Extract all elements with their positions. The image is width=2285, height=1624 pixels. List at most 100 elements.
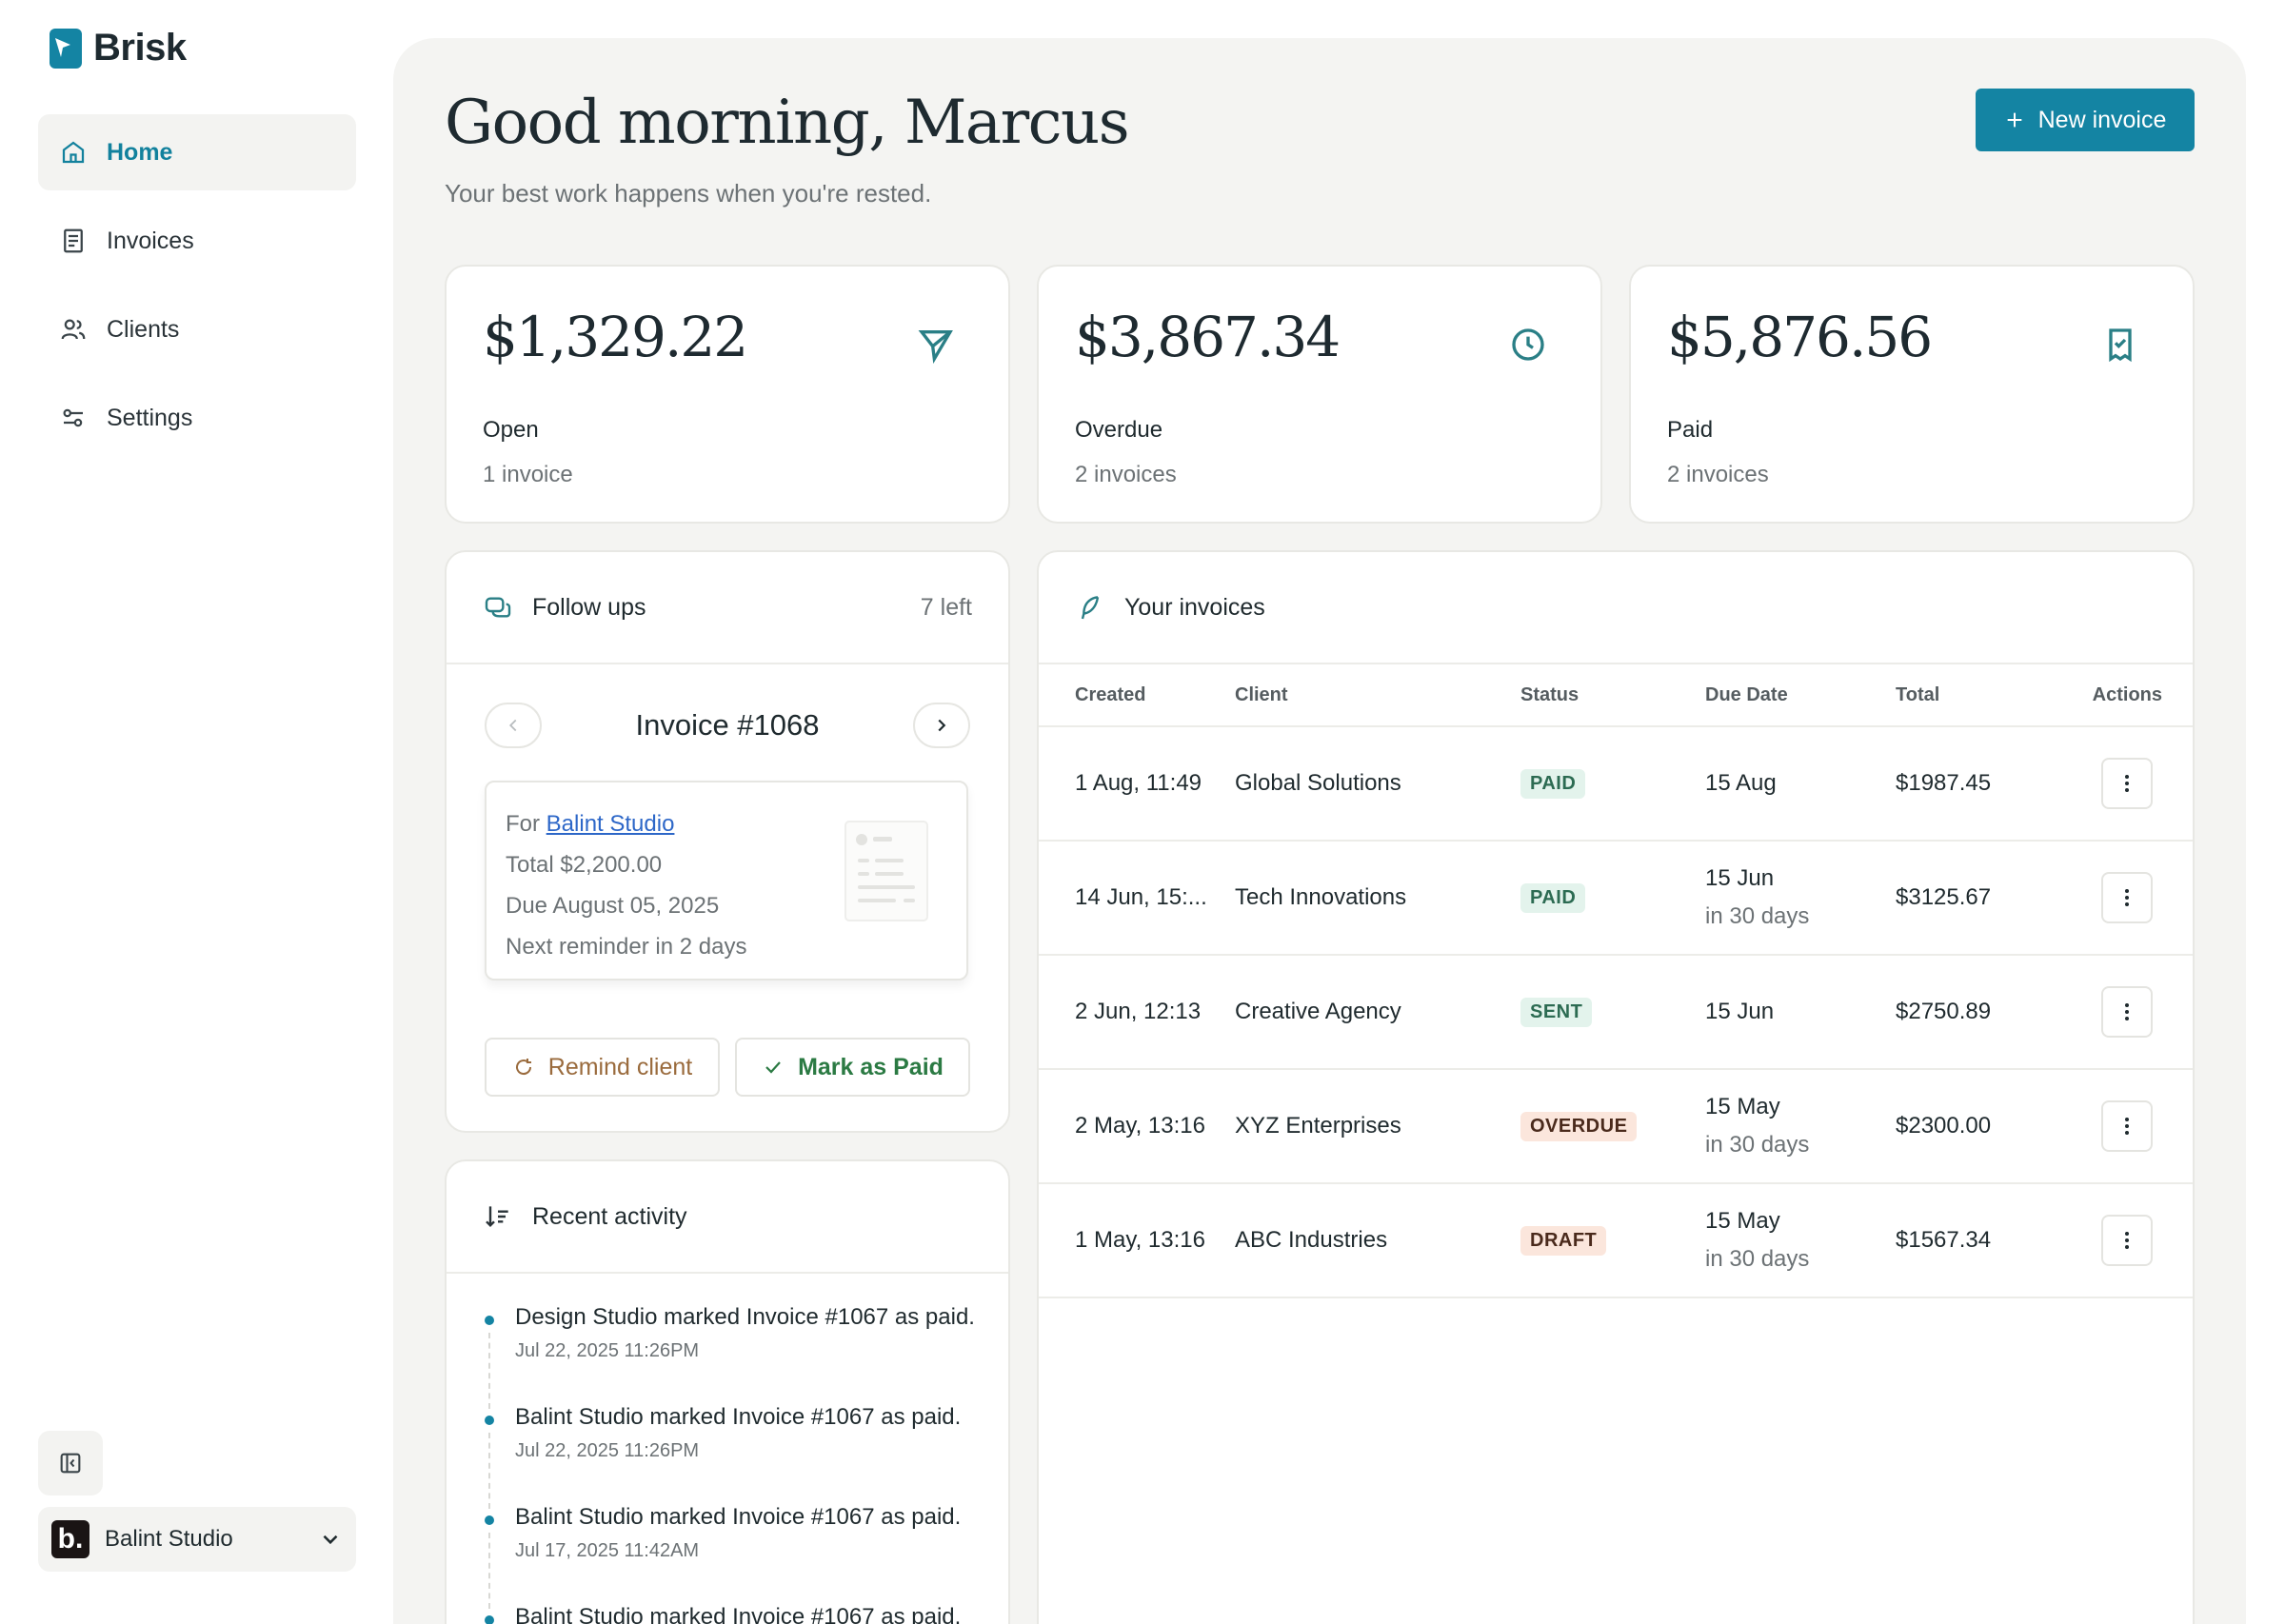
- more-vertical-icon: [2125, 1003, 2129, 1020]
- table-row[interactable]: 14 Jun, 15:... Tech Innovations PAID 15 Jun…: [1039, 842, 2193, 956]
- stat-amount: $1,329.22: [483, 305, 748, 369]
- status-badge: OVERDUE: [1520, 1111, 1638, 1141]
- recent-activity-header: Recent activity: [447, 1161, 1008, 1274]
- cell-client: XYZ Enterprises: [1235, 1113, 1401, 1139]
- status-badge: PAID: [1520, 882, 1586, 913]
- stat-card-open[interactable]: $1,329.22 Open 1 invoice: [445, 265, 1010, 524]
- row-actions-button[interactable]: [2101, 758, 2153, 809]
- cell-due-date: 15 Jun in 30 days: [1705, 865, 1896, 930]
- cell-created: 14 Jun, 15:...: [1075, 884, 1207, 910]
- sidebar-item-label: Invoices: [107, 227, 194, 254]
- activity-time: Jul 17, 2025 11:42AM: [515, 1540, 700, 1561]
- cell-status: PAID: [1520, 768, 1705, 799]
- cell-due-date: 15 Aug: [1705, 770, 1896, 797]
- stat-sub: 2 invoices: [1667, 462, 1769, 487]
- due-date: 15 May: [1705, 1094, 1780, 1119]
- row-actions-button[interactable]: [2101, 986, 2153, 1038]
- stat-label: Paid: [1667, 417, 1714, 443]
- due-date: 15 Jun: [1705, 865, 1775, 891]
- brand-logo[interactable]: Brisk: [50, 27, 187, 69]
- row-actions-button[interactable]: [2101, 872, 2153, 923]
- cell-status: DRAFT: [1520, 1225, 1705, 1256]
- home-icon: [62, 141, 85, 164]
- new-invoice-button[interactable]: New invoice: [1976, 89, 2195, 151]
- brisk-logo-icon: [50, 28, 82, 69]
- sort-list-icon: [486, 1206, 508, 1228]
- activity-item: Balint Studio marked Invoice #1067 as pa…: [485, 1504, 989, 1609]
- client-link[interactable]: Balint Studio: [546, 811, 675, 837]
- previous-button[interactable]: [485, 703, 542, 748]
- more-vertical-icon: [2125, 889, 2129, 906]
- invoices-header: Your invoices: [1039, 552, 2193, 664]
- activity-item: Design Studio marked Invoice #1067 as pa…: [485, 1304, 989, 1409]
- collapse-sidebar-button[interactable]: [38, 1431, 103, 1495]
- stat-card-overdue[interactable]: $3,867.34 Overdue 2 invoices: [1037, 265, 1602, 524]
- sidebar-nav: Home Invoices Clients Settings: [38, 114, 356, 468]
- row-actions-button[interactable]: [2101, 1100, 2153, 1152]
- table-row[interactable]: 2 Jun, 12:13 Creative Agency SENT 15 Jun $27…: [1039, 956, 2193, 1070]
- column-header-status[interactable]: Status: [1520, 684, 1705, 706]
- for-label: For: [506, 811, 540, 837]
- cell-client: Global Solutions: [1235, 770, 1401, 796]
- cell-status: OVERDUE: [1520, 1111, 1705, 1141]
- table-row[interactable]: 2 May, 13:16 XYZ Enterprises OVERDUE 15 May…: [1039, 1070, 2193, 1184]
- cell-total: $1987.45: [1896, 770, 1992, 796]
- cell-actions: [2076, 758, 2193, 809]
- table-header-row: Created Client Status Due Date Total Act…: [1039, 664, 2193, 727]
- row-actions-button[interactable]: [2101, 1215, 2153, 1266]
- activity-text: Balint Studio marked Invoice #1067 as pa…: [515, 1604, 962, 1624]
- follow-ups-remaining: 7 left: [920, 593, 972, 621]
- column-header-created[interactable]: Created: [1075, 684, 1235, 706]
- sidebar-item-home[interactable]: Home: [38, 114, 356, 190]
- new-invoice-label: New invoice: [2037, 106, 2167, 133]
- chat-icon: [485, 597, 511, 618]
- more-vertical-icon: [2125, 1118, 2129, 1135]
- due-date: 15 May: [1705, 1208, 1780, 1234]
- activity-list: Design Studio marked Invoice #1067 as pa…: [485, 1304, 989, 1624]
- follow-up-invoice-title: Invoice #1068: [635, 708, 820, 742]
- cell-created: 2 May, 13:16: [1075, 1113, 1205, 1139]
- sidebar-item-settings[interactable]: Settings: [38, 380, 356, 456]
- activity-text: Design Studio marked Invoice #1067 as pa…: [515, 1304, 975, 1330]
- cell-due-date: 15 Jun: [1705, 999, 1896, 1025]
- cell-actions: [2076, 872, 2193, 923]
- column-header-total[interactable]: Total: [1896, 684, 2076, 706]
- sidebar-item-label: Settings: [107, 404, 193, 431]
- cell-status: PAID: [1520, 882, 1705, 913]
- column-header-due-date[interactable]: Due Date: [1705, 684, 1896, 706]
- follow-ups-pager: Invoice #1068: [485, 703, 970, 748]
- invoices-table: Created Client Status Due Date Total Act…: [1039, 664, 2193, 1298]
- follow-ups-header: Follow ups 7 left: [447, 552, 1008, 664]
- stat-sub: 2 invoices: [1075, 462, 1177, 487]
- stat-label: Overdue: [1075, 417, 1163, 443]
- cell-total: $2300.00: [1896, 1113, 1992, 1139]
- status-badge: PAID: [1520, 768, 1586, 799]
- column-header-actions: Actions: [2092, 683, 2162, 705]
- sidebar-item-invoices[interactable]: Invoices: [38, 203, 356, 279]
- due-relative: in 30 days: [1705, 1132, 1810, 1158]
- cell-total: $3125.67: [1896, 884, 1992, 910]
- table-row[interactable]: 1 May, 13:16 ABC Industries DRAFT 15 May in …: [1039, 1184, 2193, 1298]
- cell-client: Tech Innovations: [1235, 884, 1407, 910]
- chevron-down-icon: [323, 1535, 338, 1545]
- column-header-client[interactable]: Client: [1235, 684, 1520, 706]
- follow-ups-card: Follow ups 7 left Invoice #1068 For Bali…: [445, 550, 1010, 1133]
- remind-client-button[interactable]: Remind client: [485, 1038, 720, 1097]
- cell-created: 2 Jun, 12:13: [1075, 999, 1202, 1024]
- next-button[interactable]: [912, 703, 970, 748]
- cell-created: 1 May, 13:16: [1075, 1227, 1205, 1253]
- sidebar: Brisk Home Invoices Clients Settings b. …: [0, 0, 381, 1624]
- workspace-switcher[interactable]: b. Balint Studio: [38, 1507, 356, 1572]
- cell-client: Creative Agency: [1235, 999, 1401, 1024]
- sliders-icon: [63, 408, 83, 427]
- cell-actions: [2076, 1100, 2193, 1152]
- receipt-icon: [2109, 328, 2132, 363]
- remind-client-label: Remind client: [547, 1053, 693, 1080]
- table-row[interactable]: 1 Aug, 11:49 Global Solutions PAID 15 Aug $1…: [1039, 727, 2193, 842]
- follow-up-reminder: Next reminder in 2 days: [506, 934, 747, 960]
- mark-as-paid-button[interactable]: Mark as Paid: [735, 1038, 970, 1097]
- sidebar-item-clients[interactable]: Clients: [38, 291, 356, 367]
- cell-due-date: 15 May in 30 days: [1705, 1208, 1896, 1273]
- feather-icon: [1081, 596, 1100, 620]
- stat-card-paid[interactable]: $5,876.56 Paid 2 invoices: [1629, 265, 2195, 524]
